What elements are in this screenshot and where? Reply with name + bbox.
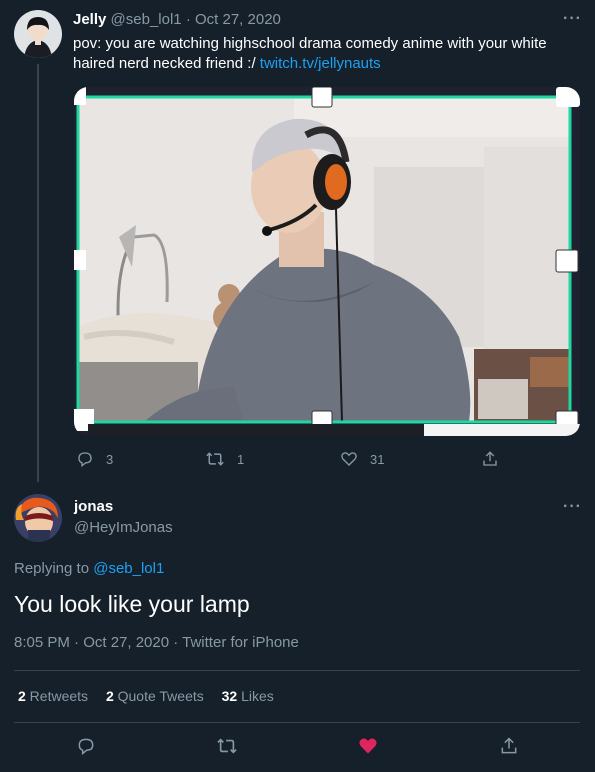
share-button[interactable] [499, 736, 519, 761]
like-button[interactable] [358, 736, 378, 761]
jonas-avatar[interactable] [14, 494, 62, 542]
author-handle[interactable]: @seb_lol1 [111, 11, 182, 28]
thread-connector-line [37, 64, 39, 482]
tweet-header: Jelly @seb_lol1 · Oct 27, 2020 [73, 11, 281, 28]
reply-text: You look like your lamp [14, 591, 250, 617]
jelly-avatar[interactable] [14, 10, 62, 58]
reply-icon [78, 452, 92, 468]
header-separator: · [185, 11, 191, 28]
reply-more-options-icon[interactable]: ··· [563, 499, 582, 515]
replying-prefix: Replying to [14, 560, 94, 577]
share-icon [483, 451, 497, 466]
quotes-label: Quote Tweets [113, 688, 204, 704]
twitch-link[interactable]: twitch.tv/jellynauts [260, 55, 381, 72]
tweet-date[interactable]: Oct 27, 2020 [195, 11, 281, 28]
tweet-actions: 3 1 31 [0, 450, 595, 474]
replying-handle-link[interactable]: @seb_lol1 [93, 560, 164, 577]
reply-actions [0, 736, 595, 760]
webcam-screenshot [74, 87, 580, 436]
share-action[interactable] [481, 450, 499, 468]
tweet-media-image[interactable] [74, 87, 580, 436]
reply-button[interactable] [76, 736, 96, 761]
divider-bottom [14, 722, 580, 723]
likes-count: 32 [221, 688, 238, 704]
like-count: 31 [370, 451, 385, 467]
reply-stats: 2 Retweets 2 Quote Tweets 32 Likes [18, 688, 288, 704]
divider-top [14, 670, 580, 671]
retweet-action[interactable]: 1 [205, 450, 244, 468]
reply-meta[interactable]: 8:05 PM · Oct 27, 2020 · Twitter for iPh… [14, 634, 299, 651]
share-icon [501, 737, 517, 754]
retweet-button[interactable] [216, 736, 238, 761]
retweet-icon [217, 738, 237, 754]
reply-icon [78, 738, 94, 756]
tweet-text: pov: you are watching highschool drama c… [73, 34, 573, 74]
heart-filled-icon [359, 738, 377, 754]
like-action[interactable]: 31 [340, 450, 384, 468]
reply-count: 3 [106, 451, 114, 467]
retweet-icon [206, 452, 224, 466]
more-options-icon[interactable]: ··· [563, 11, 582, 27]
reply-author-name[interactable]: jonas [74, 498, 113, 515]
author-name[interactable]: Jelly [73, 11, 106, 28]
quotes-count: 2 [105, 688, 114, 704]
retweet-count: 1 [237, 451, 245, 467]
likes-label: Likes [237, 688, 274, 704]
retweets-stat[interactable]: 2 Retweets [18, 688, 88, 704]
replying-to: Replying to @seb_lol1 [14, 560, 164, 577]
retweets-count: 2 [18, 688, 26, 704]
reply-author-handle[interactable]: @HeyImJonas [74, 519, 173, 536]
reply-action[interactable]: 3 [76, 450, 113, 468]
heart-outline-icon [341, 452, 357, 466]
quote-tweets-stat[interactable]: 2 Quote Tweets [106, 688, 204, 704]
likes-stat[interactable]: 32 Likes [222, 688, 274, 704]
retweets-label: Retweets [25, 688, 89, 704]
